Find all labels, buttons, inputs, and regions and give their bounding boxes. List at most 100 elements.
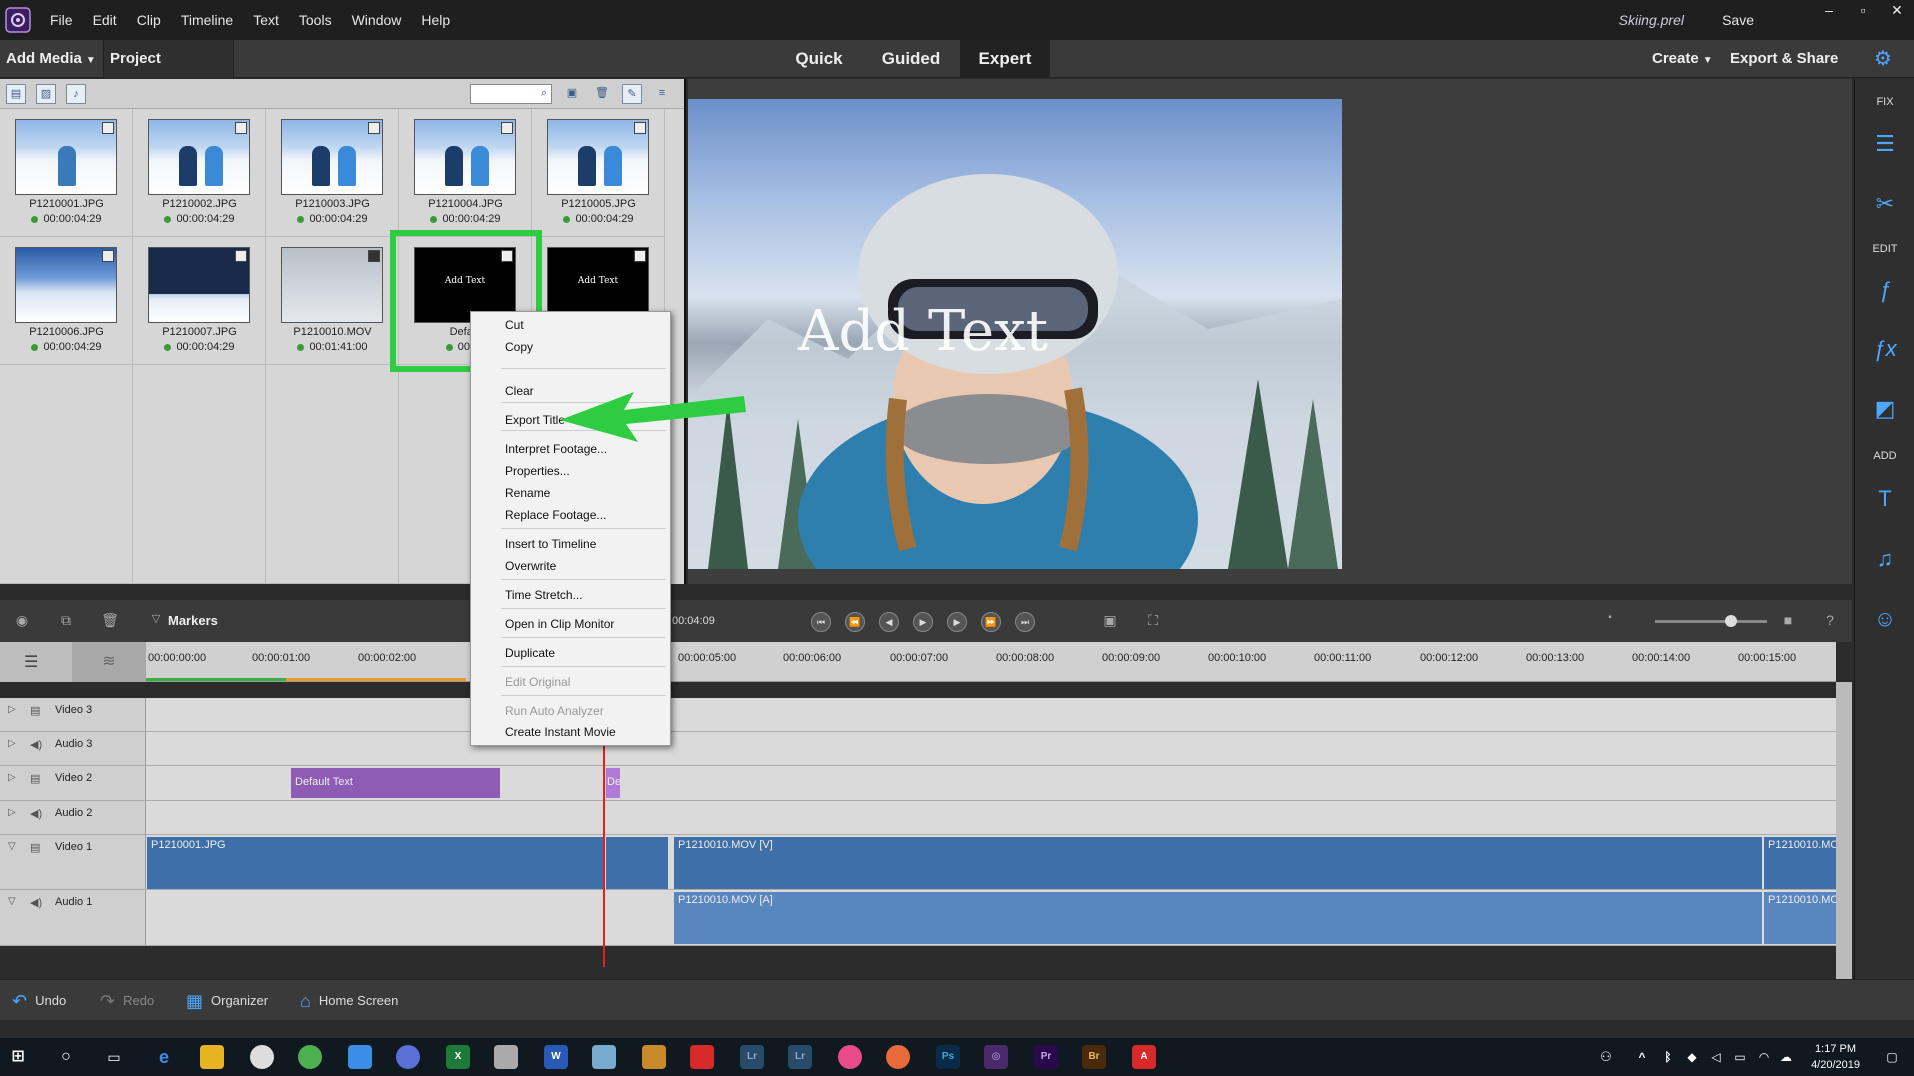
ctx-rename[interactable]: Rename (505, 486, 550, 500)
ctx-replace-footage[interactable]: Replace Footage... (505, 508, 606, 522)
ctx-open-in-clip-monitor[interactable]: Open in Clip Monitor (505, 617, 614, 631)
home-screen-button[interactable]: ⌂ Home Screen (300, 980, 398, 1021)
app-icon[interactable] (886, 1045, 910, 1069)
ctx-export-title[interactable]: Export Title (505, 413, 565, 427)
menu-timeline[interactable]: Timeline (171, 0, 243, 40)
search-icon[interactable]: ⌕ (534, 84, 554, 104)
app-icon[interactable] (642, 1045, 666, 1069)
asset-item[interactable]: P1210002.JPG 00:00:04:29 (133, 109, 266, 237)
smart-trim-icon[interactable]: ⧉ (56, 612, 76, 632)
dropbox-icon[interactable]: ◆ (1680, 1045, 1704, 1069)
project-assets-button[interactable]: Project Assets▼ (103, 40, 234, 105)
ctx-insert-to-timeline[interactable]: Insert to Timeline (505, 537, 596, 551)
video-clip[interactable]: P1210001.JPG (147, 837, 603, 889)
image-filter-icon[interactable]: ▨ (36, 84, 56, 104)
menu-file[interactable]: File (40, 0, 83, 40)
zoom-slider[interactable] (1655, 615, 1767, 627)
track-body[interactable] (146, 732, 1836, 765)
panel-menu-icon[interactable]: ≡ (652, 84, 672, 104)
ctx-overwrite[interactable]: Overwrite (505, 559, 556, 573)
maximize-button[interactable]: ▫ (1848, 2, 1878, 18)
edge-browser-icon[interactable]: e (152, 1045, 176, 1069)
app-icon[interactable] (592, 1045, 616, 1069)
step-forward-icon[interactable]: ▶ (947, 612, 967, 632)
redo-button[interactable]: ↷ Redo (100, 980, 154, 1021)
menu-edit[interactable]: Edit (83, 0, 127, 40)
onedrive-icon[interactable]: ☁ (1774, 1045, 1798, 1069)
ctx-properties[interactable]: Properties... (505, 464, 570, 478)
expand-icon[interactable]: ▷ (8, 807, 16, 818)
volume-muted-icon[interactable]: ◁ (1704, 1045, 1728, 1069)
organizer-button[interactable]: ▦ Organizer (186, 980, 268, 1021)
premiere-elements-taskbar-icon[interactable]: ◎ (984, 1045, 1008, 1069)
file-explorer-icon[interactable] (200, 1045, 224, 1069)
premiere-pro-icon[interactable]: Pr (1034, 1045, 1058, 1069)
undo-button[interactable]: ↶ Undo (12, 980, 66, 1021)
app-icon[interactable] (250, 1045, 274, 1069)
next-edit-icon[interactable]: ⏩ (981, 612, 1001, 632)
trash-icon[interactable]: 🗑 (100, 612, 120, 632)
bluetooth-icon[interactable]: ᛒ (1656, 1045, 1680, 1069)
audio-clip[interactable]: P1210010.MO (1764, 892, 1836, 944)
zoom-in-icon[interactable]: ■ (1778, 612, 1798, 632)
close-button[interactable]: ✕ (1882, 2, 1912, 18)
pin-icon[interactable]: ✎ (622, 84, 642, 104)
menu-help[interactable]: Help (411, 0, 460, 40)
go-to-start-icon[interactable]: ⏮ (811, 612, 831, 632)
battery-icon[interactable]: ▭ (1728, 1045, 1752, 1069)
adjustments-icon[interactable]: ☰ (1870, 129, 1900, 159)
render-icon[interactable]: ▣ (1100, 612, 1120, 632)
create-button[interactable]: Create ▼ (1646, 40, 1719, 78)
expand-icon[interactable]: ▷ (8, 738, 16, 749)
ctx-time-stretch[interactable]: Time Stretch... (505, 588, 583, 602)
track-body[interactable]: P1210010.MOV [A] P1210010.MO (146, 890, 1836, 945)
menu-text[interactable]: Text (243, 0, 289, 40)
ctx-create-instant-movie[interactable]: Create Instant Movie (505, 725, 616, 739)
track-body[interactable]: Default Text De (146, 766, 1836, 800)
tab-guided[interactable]: Guided (868, 40, 954, 78)
acrobat-icon[interactable]: A (1132, 1045, 1156, 1069)
preview-frame[interactable]: Add Text (688, 99, 1342, 569)
audio-filter-icon[interactable]: ♪ (66, 84, 86, 104)
asset-item[interactable]: P1210001.JPG 00:00:04:29 (0, 109, 133, 237)
app-icon[interactable] (348, 1045, 372, 1069)
zoom-slider-knob[interactable] (1725, 615, 1737, 627)
zoom-out-icon[interactable]: ▪ (1600, 612, 1620, 632)
search-circle-icon[interactable]: ○ (54, 1045, 78, 1069)
settings-gear-icon[interactable]: ⚙ (1868, 40, 1898, 78)
menu-window[interactable]: Window (342, 0, 412, 40)
app-icon[interactable] (838, 1045, 862, 1069)
ctx-cut[interactable]: Cut (505, 318, 524, 332)
camera-icon[interactable]: ◉ (12, 612, 32, 632)
video-clip[interactable]: P1210010.MO (1764, 837, 1836, 889)
wifi-icon[interactable]: ◠ (1752, 1045, 1776, 1069)
titles-icon[interactable]: T (1870, 484, 1900, 514)
transitions-icon[interactable]: ◩ (1870, 394, 1900, 424)
task-view-icon[interactable]: ▭ (102, 1045, 126, 1069)
video-filter-icon[interactable]: ▤ (6, 84, 26, 104)
windows-start-icon[interactable]: ⊞ (6, 1045, 30, 1069)
music-icon[interactable]: ♫ (1870, 544, 1900, 574)
video-clip[interactable] (606, 837, 668, 889)
asset-item[interactable]: P1210003.JPG 00:00:04:29 (266, 109, 399, 237)
tray-chevron-icon[interactable]: ^ (1630, 1045, 1654, 1069)
lightroom-icon[interactable]: Lr (788, 1045, 812, 1069)
delete-icon[interactable]: 🗑 (592, 84, 612, 104)
collapse-icon[interactable]: ▽ (8, 841, 16, 852)
minimize-button[interactable]: – (1814, 2, 1844, 18)
people-icon[interactable]: ⚇ (1594, 1045, 1618, 1069)
audio-clip[interactable]: P1210010.MOV [A] (674, 892, 1762, 944)
bridge-icon[interactable]: Br (1082, 1045, 1106, 1069)
tab-expert[interactable]: Expert (960, 40, 1050, 78)
asset-item[interactable]: P1210007.JPG 00:00:04:29 (133, 237, 266, 365)
help-icon[interactable]: ? (1820, 612, 1840, 632)
timecode[interactable]: 00:04:09 (672, 615, 715, 627)
menu-clip[interactable]: Clip (127, 0, 171, 40)
export-share-button[interactable]: Export & Share (1724, 40, 1844, 78)
app-icon[interactable] (396, 1045, 420, 1069)
graphics-icon[interactable]: ☺ (1870, 604, 1900, 634)
title-clip[interactable]: De (606, 768, 620, 798)
marker-icon[interactable]: ▽ (146, 612, 166, 632)
previous-edit-icon[interactable]: ⏪ (845, 612, 865, 632)
track-settings-icon[interactable]: ☰ (24, 652, 38, 672)
